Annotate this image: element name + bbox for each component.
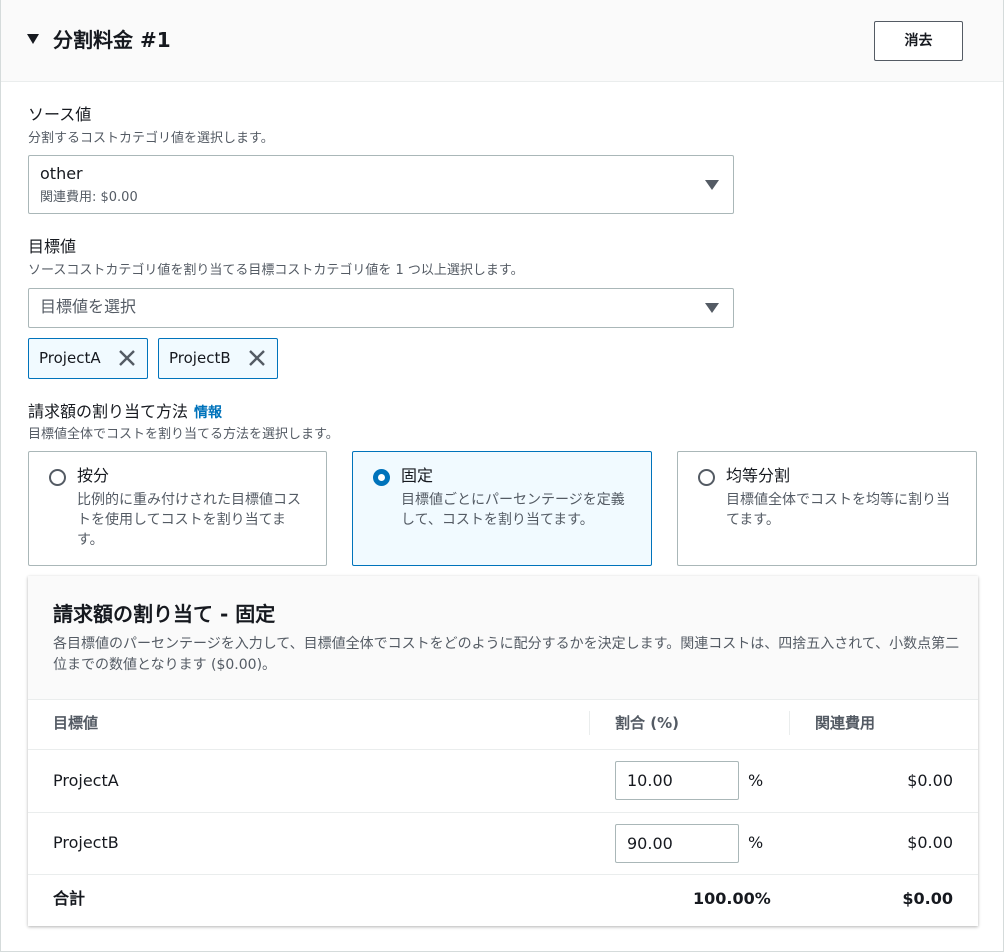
column-header-cost: 関連費用: [815, 714, 876, 732]
percent-sign: %: [748, 833, 764, 852]
target-value-placeholder: 目標値を選択: [40, 297, 137, 316]
token-projecta: ProjectA: [28, 338, 148, 379]
token-projectb: ProjectB: [158, 338, 278, 379]
total-percent: 100.00%: [693, 889, 771, 908]
row-target: ProjectB: [53, 833, 119, 852]
radio-button-selected[interactable]: [373, 469, 390, 486]
remove-token-icon[interactable]: [117, 348, 137, 368]
row-divider: [28, 874, 978, 875]
split-charge-panel: 分割料金 #1 消去 ソース値 分割するコストカテゴリ値を選択します。 othe…: [0, 0, 1004, 952]
info-link[interactable]: 情報: [194, 405, 222, 421]
column-divider: [589, 711, 590, 735]
allocation-card-description: 各目標値のパーセンテージを入力して、目標値全体でコストをどのように配分するかを決…: [53, 636, 960, 673]
method-option-title: 均等分割: [726, 466, 791, 485]
token-label: ProjectA: [39, 349, 101, 367]
percent-input-projectb[interactable]: 90.00: [615, 824, 739, 863]
total-cost: $0.00: [902, 889, 953, 908]
method-option-title: 固定: [401, 466, 434, 485]
percent-input-value: 90.00: [627, 834, 673, 853]
column-divider: [789, 711, 790, 735]
method-option-even-split[interactable]: 均等分割 目標値全体でコストを均等に割り当てます。: [677, 451, 977, 566]
percent-input-value: 10.00: [627, 771, 673, 790]
target-value-description: ソースコストカテゴリ値を割り当てる目標コストカテゴリ値を 1 つ以上選択します。: [28, 263, 524, 278]
target-value-label: 目標値: [28, 237, 77, 256]
column-header-percent: 割合 (%): [615, 714, 679, 732]
percent-sign: %: [748, 771, 764, 790]
radio-button[interactable]: [49, 469, 66, 486]
radio-button[interactable]: [698, 469, 715, 486]
column-header-target: 目標値: [53, 714, 99, 732]
source-value-description: 分割するコストカテゴリ値を選択します。: [28, 131, 274, 146]
method-option-description: 目標値全体でコストを均等に割り当てます。: [726, 492, 950, 528]
method-option-description: 比例的に重み付けされた目標値コストを使用してコストを割り当てます。: [77, 492, 301, 548]
allocation-method-label: 請求額の割り当て方法 情報: [28, 401, 222, 424]
source-value-label: ソース値: [28, 105, 92, 124]
split-charge-header[interactable]: 分割料金 #1 消去: [1, 0, 1003, 82]
method-option-fixed[interactable]: 固定 目標値ごとにパーセンテージを定義して、コストを割り当てます。: [352, 451, 652, 566]
method-option-title: 按分: [77, 466, 110, 485]
percent-input-projecta[interactable]: 10.00: [615, 761, 739, 800]
allocation-card-title: 請求額の割り当て - 固定: [53, 602, 276, 626]
token-label: ProjectB: [169, 349, 231, 367]
source-value-select[interactable]: other 関連費用: $0.00: [28, 155, 734, 214]
total-label: 合計: [53, 889, 86, 908]
row-target: ProjectA: [53, 771, 119, 790]
target-value-select[interactable]: 目標値を選択: [28, 288, 734, 328]
allocation-card: 請求額の割り当て - 固定 各目標値のパーセンテージを入力して、目標値全体でコス…: [28, 576, 978, 926]
allocation-method-label-text: 請求額の割り当て方法: [28, 402, 189, 421]
caret-down-icon[interactable]: [27, 34, 39, 44]
clear-button[interactable]: 消去: [874, 21, 963, 61]
dropdown-arrow-icon: [705, 180, 719, 190]
split-charge-title: 分割料金 #1: [53, 28, 171, 52]
allocation-method-description: 目標値全体でコストを割り当てる方法を選択します。: [28, 427, 339, 442]
row-cost: $0.00: [907, 833, 953, 852]
remove-token-icon[interactable]: [247, 348, 267, 368]
row-divider: [28, 812, 978, 813]
row-cost: $0.00: [907, 771, 953, 790]
method-option-description: 目標値ごとにパーセンテージを定義して、コストを割り当てます。: [401, 492, 625, 528]
dropdown-arrow-icon: [705, 303, 719, 313]
source-selected-value: other: [40, 164, 83, 183]
method-option-proportional[interactable]: 按分 比例的に重み付けされた目標値コストを使用してコストを割り当てます。: [28, 451, 327, 566]
source-selected-cost: 関連費用: $0.00: [40, 190, 138, 205]
row-divider: [28, 749, 978, 750]
allocation-card-header: 請求額の割り当て - 固定 各目標値のパーセンテージを入力して、目標値全体でコス…: [28, 576, 978, 700]
